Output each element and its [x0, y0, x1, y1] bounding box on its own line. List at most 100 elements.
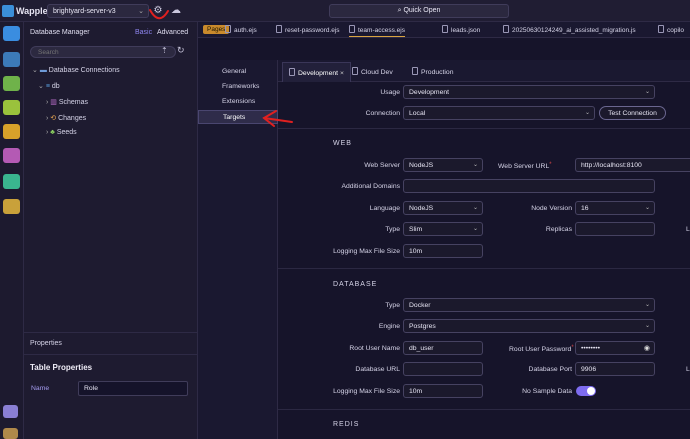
divider: [24, 354, 198, 355]
eye-icon[interactable]: ◉: [644, 344, 650, 352]
engine-select[interactable]: Postgres ⌄: [403, 319, 655, 333]
chevron-down-icon: ⌄: [472, 162, 478, 168]
settings-nav: General Frameworks Extensions Targets: [198, 60, 278, 439]
db-type-label: Type: [385, 302, 400, 309]
basic-mode-tab[interactable]: Basic: [135, 29, 152, 36]
root-user-label: Root User Name: [349, 345, 400, 352]
project-name: brightyard-server-v3: [53, 8, 116, 15]
tree-item-changes[interactable]: › ⟲ Changes: [46, 114, 86, 122]
layers-icon[interactable]: [3, 174, 20, 189]
db-url-label: Database URL: [355, 366, 400, 373]
node-version-label: Node Version: [531, 205, 572, 212]
file-tab-auth[interactable]: auth.ejs: [225, 25, 257, 34]
replicas-field[interactable]: [575, 222, 655, 236]
database-icon[interactable]: [3, 100, 20, 115]
nav-targets[interactable]: Targets: [198, 110, 278, 124]
tree-label: db: [51, 83, 60, 90]
node-version-value: 16: [581, 205, 589, 212]
db-port-label: Database Port: [528, 366, 572, 373]
db-logging-label: Logging Max File Size: [333, 388, 400, 395]
divider: [278, 268, 690, 269]
name-field[interactable]: Role: [78, 381, 188, 396]
db-type-select[interactable]: Docker ⌄: [403, 298, 655, 312]
panel-title: Database Manager: [30, 29, 90, 36]
tab-development[interactable]: Development ×: [282, 62, 351, 82]
properties-header: Properties: [30, 340, 62, 347]
file-tab-reset-password[interactable]: reset-password.ejs: [276, 25, 340, 34]
tree-label: Seeds: [56, 129, 77, 136]
design-icon[interactable]: [3, 148, 20, 163]
file-tab-copilot[interactable]: copilo: [658, 25, 684, 34]
truncated-label: L: [686, 366, 690, 373]
required-marker: *: [549, 162, 552, 168]
no-sample-data-toggle[interactable]: [576, 386, 596, 396]
robot-icon[interactable]: [3, 199, 20, 214]
properties-panel: Properties Table Properties Name Role: [24, 332, 198, 439]
database-heading: DATABASE: [333, 281, 378, 288]
tree-label: Schemas: [58, 99, 89, 106]
required-marker: *: [571, 345, 574, 351]
type-label: Type: [385, 226, 400, 233]
no-sample-data-label: No Sample Data: [522, 388, 572, 395]
extension-icon[interactable]: [3, 428, 18, 439]
file-tab-label: reset-password.ejs: [285, 27, 340, 34]
file-icon: [412, 67, 418, 75]
quick-open-button[interactable]: ⌕ Quick Open: [329, 4, 509, 18]
usage-value: Development: [409, 89, 450, 96]
nav-frameworks[interactable]: Frameworks: [198, 80, 278, 94]
nav-extensions[interactable]: Extensions: [198, 95, 278, 109]
tree-item-seeds[interactable]: › ♣ Seeds: [46, 129, 77, 136]
pages-icon[interactable]: [3, 26, 20, 41]
advanced-mode-tab[interactable]: Advanced: [157, 29, 188, 36]
tree-item-db[interactable]: ⌄ ≡ db: [38, 82, 60, 90]
chevron-down-icon: ⌄: [584, 110, 590, 116]
additional-domains-field[interactable]: [403, 179, 655, 193]
file-icon: [276, 25, 282, 33]
server-connect-icon[interactable]: [3, 52, 20, 67]
resources-icon[interactable]: [3, 124, 20, 139]
import-icon[interactable]: ⇡: [161, 46, 168, 55]
db-port-field[interactable]: 9906: [575, 362, 655, 376]
tree-label: Changes: [58, 115, 87, 122]
web-server-select[interactable]: NodeJS ⌄: [403, 158, 483, 172]
file-tab-leads[interactable]: leads.json: [442, 25, 480, 34]
web-logging-field[interactable]: 10m: [403, 244, 483, 258]
file-tab-team-access[interactable]: team-access.ejs: [349, 25, 405, 37]
project-selector[interactable]: brightyard-server-v3 ⌄: [47, 4, 149, 18]
tree-item-schemas[interactable]: › ▥ Schemas: [46, 98, 88, 106]
cloud-icon[interactable]: ☁: [169, 4, 183, 18]
tab-cloud-dev[interactable]: Cloud Dev: [352, 67, 393, 76]
tree-item-database-connections[interactable]: ⌄ ▬ Database Connections: [32, 66, 120, 74]
divider: [278, 128, 690, 129]
history-icon: ⟲: [50, 115, 59, 122]
usage-select[interactable]: Development ⌄: [403, 85, 655, 99]
file-tab-label: 20250630124249_ai_assisted_migration.js: [512, 27, 636, 34]
schema-icon: ▥: [50, 99, 59, 106]
file-icon: [442, 25, 448, 33]
root-password-field[interactable]: •••••••• ◉: [575, 341, 655, 355]
workflow-icon[interactable]: [3, 76, 20, 91]
beta-icon[interactable]: [3, 405, 18, 418]
file-tab-label: team-access.ejs: [358, 27, 405, 34]
web-server-url-field[interactable]: http://localhost:8100: [575, 158, 690, 172]
file-icon: [503, 25, 509, 33]
close-icon[interactable]: ×: [340, 70, 344, 77]
tab-production[interactable]: Production: [412, 67, 454, 76]
test-connection-button[interactable]: Test Connection: [599, 106, 666, 120]
connection-select[interactable]: Local ⌄: [403, 106, 595, 120]
file-tab-migration[interactable]: 20250630124249_ai_assisted_migration.js: [503, 25, 636, 34]
refresh-icon[interactable]: ↻: [177, 45, 185, 56]
engine-value: Postgres: [409, 323, 436, 330]
file-tab-label: auth.ejs: [234, 27, 257, 34]
node-version-select[interactable]: 16 ⌄: [575, 201, 655, 215]
language-label: Language: [369, 205, 400, 212]
additional-domains-label: Additional Domains: [341, 183, 400, 190]
chevron-down-icon: ⌄: [32, 67, 40, 74]
engine-label: Engine: [378, 323, 400, 330]
nav-general[interactable]: General: [198, 65, 278, 79]
properties-title: Table Properties: [30, 363, 93, 372]
gear-icon[interactable]: ⚙: [151, 4, 165, 18]
chevron-down-icon: ⌄: [644, 323, 650, 329]
search-input[interactable]: [30, 46, 176, 58]
root-user-field[interactable]: db_user: [403, 341, 483, 355]
